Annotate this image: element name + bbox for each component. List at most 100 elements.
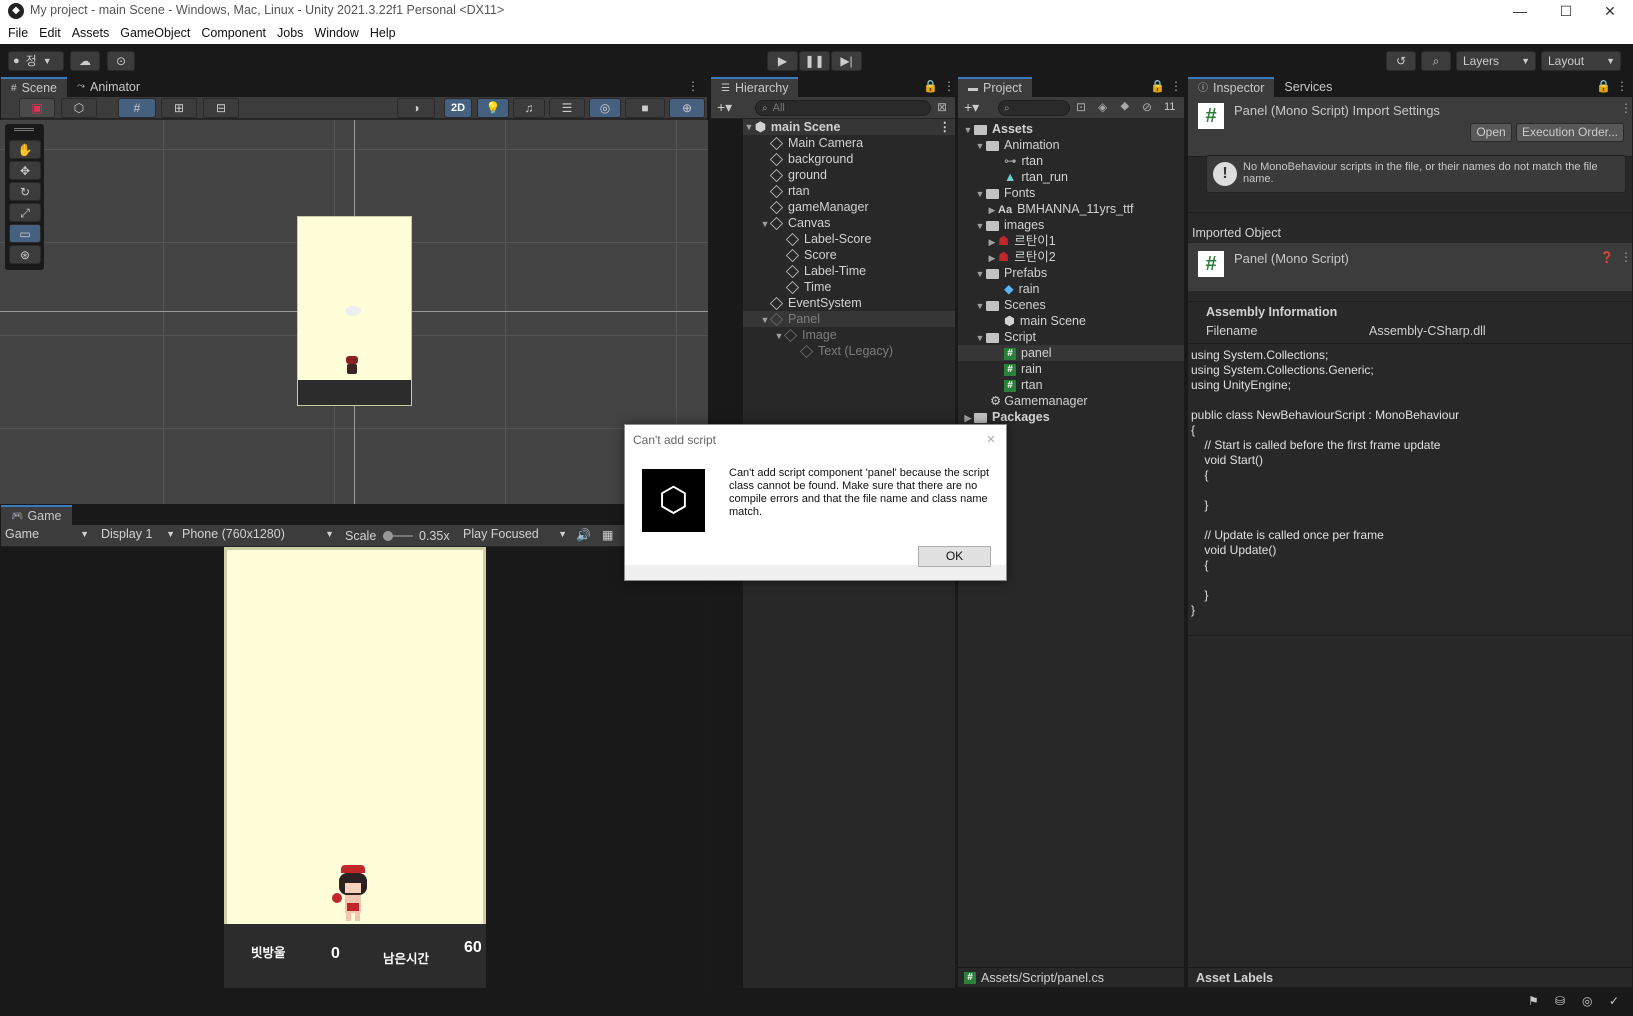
- execution-order-button[interactable]: Execution Order...: [1516, 123, 1624, 142]
- hierarchy-item-image[interactable]: ▼ Image: [743, 327, 955, 343]
- project-item-rtan-script[interactable]: # rtan: [958, 377, 1184, 393]
- tab-inspector[interactable]: ⓘ Inspector: [1188, 77, 1275, 97]
- expand-arrow-icon[interactable]: ▼: [759, 312, 771, 328]
- expand-arrow-icon[interactable]: ▼: [974, 330, 986, 346]
- expand-arrow-icon[interactable]: ▼: [974, 186, 986, 202]
- hierarchy-item-score[interactable]: Score: [743, 247, 955, 263]
- rotate-tool[interactable]: ↻: [9, 182, 41, 201]
- more-options-icon[interactable]: ⋮: [939, 119, 952, 135]
- open-button[interactable]: Open: [1470, 123, 1512, 142]
- scale-slider-thumb[interactable]: [383, 531, 393, 541]
- project-item-rain-script[interactable]: # rain: [958, 361, 1184, 377]
- transform-tool[interactable]: ⊛: [9, 245, 41, 264]
- project-item-images[interactable]: ▼ images: [958, 217, 1184, 233]
- more-options-icon[interactable]: ⋮: [943, 79, 955, 93]
- asset-labels-bar[interactable]: Asset Labels: [1188, 967, 1632, 987]
- stats-icon[interactable]: ▦: [602, 528, 613, 542]
- create-asset-button[interactable]: +▾: [964, 99, 979, 116]
- close-window-button[interactable]: ✕: [1587, 0, 1633, 22]
- progress-icon[interactable]: ◎: [1582, 994, 1592, 1008]
- more-options-icon[interactable]: ⋮: [1620, 101, 1632, 115]
- search-button[interactable]: ⌕: [1421, 51, 1451, 71]
- hierarchy-item-canvas[interactable]: ▼ Canvas: [743, 215, 955, 231]
- gizmos-button[interactable]: ⊕: [669, 98, 705, 118]
- menu-edit[interactable]: Edit: [39, 26, 61, 40]
- help-icon[interactable]: ❓: [1600, 251, 1614, 264]
- lock-icon[interactable]: 🔒: [1596, 79, 1611, 93]
- resolution-dropdown[interactable]: Phone (760x1280) ▼: [182, 527, 334, 541]
- expand-arrow-icon[interactable]: ▼: [773, 328, 785, 344]
- render-mode-button[interactable]: ◑: [397, 98, 435, 118]
- display-dropdown[interactable]: Display 1 ▼: [101, 527, 175, 541]
- project-item-scenes[interactable]: ▼ Scenes: [958, 297, 1184, 313]
- hierarchy-item-time[interactable]: Time: [743, 279, 955, 295]
- project-item-gamemanager[interactable]: ⚙ Gamemanager: [958, 393, 1184, 409]
- more-options-icon[interactable]: ⋮: [687, 79, 699, 93]
- menu-window[interactable]: Window: [314, 26, 358, 40]
- camera-button[interactable]: ■: [625, 98, 665, 118]
- project-item-bmhanna-font[interactable]: ▶ Aa BMHANNA_11yrs_ttf: [958, 201, 1184, 217]
- mute-audio-icon[interactable]: 🔊: [576, 528, 591, 542]
- hierarchy-item-main-camera[interactable]: Main Camera: [743, 135, 955, 151]
- grid-toggle-button[interactable]: ⊞: [161, 98, 197, 118]
- step-button[interactable]: ▶|: [831, 51, 862, 71]
- palette-handle[interactable]: [14, 128, 34, 131]
- project-item-assets[interactable]: ▼ Assets: [958, 121, 1184, 137]
- tab-hierarchy[interactable]: ☰ Hierarchy: [711, 77, 799, 97]
- play-mode-dropdown[interactable]: Play Focused ▼: [463, 527, 567, 541]
- dialog-close-button[interactable]: ✕: [982, 431, 1000, 449]
- expand-arrow-icon[interactable]: ▼: [974, 138, 986, 154]
- collapse-arrow-icon[interactable]: ▶: [986, 234, 998, 250]
- cache-icon[interactable]: ⛁: [1555, 994, 1565, 1008]
- project-item-prefabs[interactable]: ▼ Prefabs: [958, 265, 1184, 281]
- project-item-rtan-image-1[interactable]: ▶ ☗ 르탄이1: [958, 233, 1184, 249]
- project-item-script-folder[interactable]: ▼ Script: [958, 329, 1184, 345]
- hierarchy-item-panel[interactable]: ▼ Panel: [743, 311, 955, 327]
- account-dropdown[interactable]: ● 정 ▼: [8, 51, 64, 71]
- audio-button[interactable]: ♫: [513, 98, 545, 118]
- game-view-dropdown[interactable]: Game ▼: [5, 527, 89, 541]
- toggle-2d-button[interactable]: 2D: [444, 98, 472, 118]
- layers-dropdown[interactable]: Layers ▼: [1456, 51, 1536, 71]
- more-options-icon[interactable]: ⋮: [1616, 79, 1628, 93]
- menu-jobs[interactable]: Jobs: [277, 26, 303, 40]
- debug-icon[interactable]: ⚑: [1528, 994, 1539, 1008]
- expand-arrow-icon[interactable]: ▼: [974, 266, 986, 282]
- visibility-button[interactable]: ◎: [589, 98, 621, 118]
- increment-snap-button[interactable]: ⊟: [203, 98, 239, 118]
- ok-button[interactable]: OK: [918, 546, 991, 567]
- project-item-rain-prefab[interactable]: ◆ rain: [958, 281, 1184, 297]
- collapse-arrow-icon[interactable]: ▶: [986, 250, 998, 266]
- cloud-button[interactable]: ☁: [70, 51, 100, 71]
- hierarchy-item-eventsystem[interactable]: EventSystem: [743, 295, 955, 311]
- search-filter-icon[interactable]: ⊠: [937, 100, 947, 114]
- more-options-icon[interactable]: ⋮: [1620, 250, 1632, 264]
- expand-arrow-icon[interactable]: ▼: [974, 218, 986, 234]
- project-item-packages[interactable]: ▶ Packages: [958, 409, 1184, 425]
- project-item-fonts[interactable]: ▼ Fonts: [958, 185, 1184, 201]
- tab-game[interactable]: 🎮 Game: [1, 505, 72, 525]
- menu-component[interactable]: Component: [201, 26, 266, 40]
- menu-assets[interactable]: Assets: [72, 26, 110, 40]
- hierarchy-item-rtan[interactable]: rtan: [743, 183, 955, 199]
- effects-button[interactable]: ☰: [549, 98, 585, 118]
- add-object-button[interactable]: +▾: [717, 99, 732, 116]
- hierarchy-item-ground[interactable]: ground: [743, 167, 955, 183]
- hierarchy-item-gamemanager[interactable]: gameManager: [743, 199, 955, 215]
- lock-icon[interactable]: 🔒: [1150, 79, 1165, 93]
- shading-button[interactable]: ⬡: [61, 98, 97, 118]
- history-button[interactable]: ↺: [1386, 51, 1416, 71]
- hierarchy-search[interactable]: ⌕ All: [755, 100, 931, 116]
- lock-icon[interactable]: 🔒: [923, 79, 938, 93]
- check-icon[interactable]: ✓: [1609, 994, 1619, 1008]
- play-button[interactable]: ▶: [767, 51, 798, 71]
- layout-dropdown[interactable]: Layout ▼: [1541, 51, 1621, 71]
- scene-viewport[interactable]: [0, 120, 708, 504]
- collab-button[interactable]: ⊙: [107, 51, 135, 71]
- hierarchy-item-label-score[interactable]: Label-Score: [743, 231, 955, 247]
- menu-file[interactable]: File: [8, 26, 28, 40]
- project-item-rtan-image-2[interactable]: ▶ ☗ 르탄이2: [958, 249, 1184, 265]
- hierarchy-item-text-legacy[interactable]: Text (Legacy): [743, 343, 955, 359]
- project-item-animation[interactable]: ▼ Animation: [958, 137, 1184, 153]
- grid-snap-button[interactable]: #: [118, 98, 156, 118]
